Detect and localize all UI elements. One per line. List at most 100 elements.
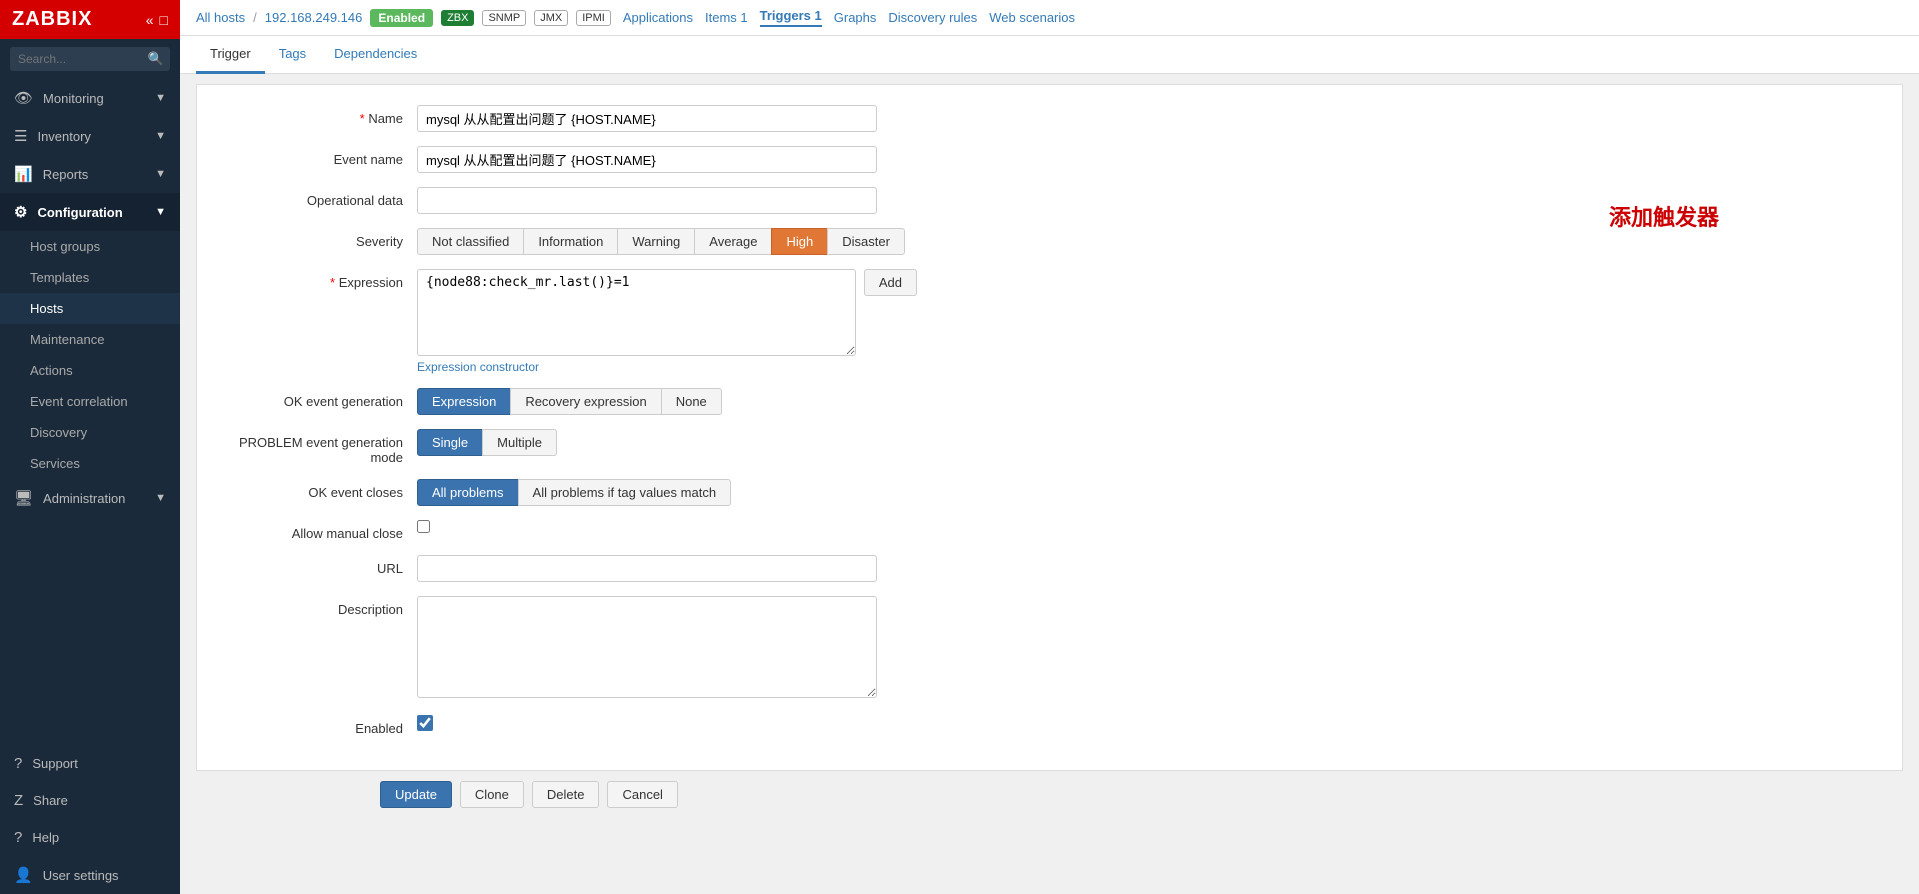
ok-event-expression[interactable]: Expression — [417, 388, 510, 415]
sidebar-item-reports[interactable]: 📊 Reports ▼ — [0, 155, 180, 193]
topbar-nav-items[interactable]: Items 1 — [705, 10, 748, 25]
sidebar-item-user-settings[interactable]: 👤 User settings — [0, 856, 180, 894]
discovery-label: Discovery — [30, 425, 87, 440]
topbar-nav-links: Applications Items 1 Triggers 1 Graphs D… — [623, 8, 1075, 27]
severity-information[interactable]: Information — [523, 228, 617, 255]
annotation-text: 添加触发器 — [1609, 200, 1719, 232]
event-name-row: Event name — [217, 146, 1882, 173]
topbar-nav-web-scenarios[interactable]: Web scenarios — [989, 10, 1075, 25]
configuration-icon: ⚙ — [14, 203, 27, 221]
sidebar-item-inventory-label: Inventory — [37, 129, 90, 144]
user-settings-label: User settings — [43, 868, 119, 883]
inventory-icon: ☰ — [14, 127, 27, 145]
expression-textarea[interactable]: {node88:check_mr.last()}=1 — [417, 269, 856, 356]
problem-mode-multiple[interactable]: Multiple — [482, 429, 557, 456]
add-expression-button[interactable]: Add — [864, 269, 917, 296]
trigger-form: Name Event name Operational data — [196, 84, 1903, 771]
sidebar-item-share[interactable]: Z Share — [0, 782, 180, 819]
breadcrumb-sep-1: / — [253, 10, 257, 25]
topbar-nav-graphs[interactable]: Graphs — [834, 10, 877, 25]
sidebar-item-event-correlation[interactable]: Event correlation — [0, 386, 180, 417]
clone-button[interactable]: Clone — [460, 781, 524, 808]
maintenance-label: Maintenance — [30, 332, 104, 347]
severity-average[interactable]: Average — [694, 228, 771, 255]
sidebar-item-inventory[interactable]: ☰ Inventory ▼ — [0, 117, 180, 155]
cancel-button[interactable]: Cancel — [607, 781, 677, 808]
sidebar-item-host-groups[interactable]: Host groups — [0, 231, 180, 262]
sidebar-item-help[interactable]: ? Help — [0, 819, 180, 856]
severity-disaster[interactable]: Disaster — [827, 228, 905, 255]
host-groups-label: Host groups — [30, 239, 100, 254]
description-textarea[interactable] — [417, 596, 877, 698]
url-input[interactable] — [417, 555, 877, 582]
topbar-nav-triggers[interactable]: Triggers 1 — [760, 8, 822, 27]
sidebar-item-templates[interactable]: Templates — [0, 262, 180, 293]
expression-row: Expression {node88:check_mr.last()}=1 Ad… — [217, 269, 1882, 374]
problem-mode-row: PROBLEM event generation mode Single Mul… — [217, 429, 1882, 465]
sidebar-item-monitoring[interactable]: 👁 Monitoring ▼ — [0, 79, 180, 117]
ok-closes-btn-group: All problems All problems if tag values … — [417, 479, 917, 506]
ok-closes-all-problems[interactable]: All problems — [417, 479, 518, 506]
sidebar-item-maintenance[interactable]: Maintenance — [0, 324, 180, 355]
enabled-row: Enabled — [217, 715, 1882, 736]
sidebar-item-services[interactable]: Services — [0, 448, 180, 479]
status-badge: Enabled — [370, 9, 433, 27]
sidebar: ZABBIX « □ 🔍 👁 Monitoring ▼ ☰ Inventory … — [0, 0, 180, 894]
enabled-checkbox[interactable] — [417, 715, 433, 731]
search-input[interactable] — [10, 47, 170, 71]
url-label: URL — [217, 555, 417, 576]
proto-zbx: ZBX — [441, 10, 474, 26]
name-input[interactable] — [417, 105, 877, 132]
severity-high[interactable]: High — [771, 228, 827, 255]
sidebar-item-administration[interactable]: 🖥 Administration ▼ — [0, 479, 180, 517]
breadcrumb-all-hosts[interactable]: All hosts — [196, 10, 245, 25]
description-row: Description — [217, 596, 1882, 701]
operational-data-field — [417, 187, 917, 214]
sidebar-logo: ZABBIX « □ — [0, 0, 180, 39]
monitoring-arrow: ▼ — [155, 92, 166, 104]
tab-dependencies[interactable]: Dependencies — [320, 36, 431, 74]
ok-closes-row: OK event closes All problems All problem… — [217, 479, 1882, 506]
ok-closes-tag-values[interactable]: All problems if tag values match — [518, 479, 732, 506]
problem-mode-single[interactable]: Single — [417, 429, 482, 456]
event-name-input[interactable] — [417, 146, 877, 173]
sidebar-item-discovery[interactable]: Discovery — [0, 417, 180, 448]
sidebar-item-hosts[interactable]: Hosts — [0, 293, 180, 324]
severity-row: Severity Not classified Information Warn… — [217, 228, 1882, 255]
expression-field: {node88:check_mr.last()}=1 Add Expressio… — [417, 269, 917, 374]
problem-mode-label: PROBLEM event generation mode — [217, 429, 417, 465]
operational-data-input[interactable] — [417, 187, 877, 214]
enabled-field — [417, 715, 917, 731]
sidebar-item-configuration[interactable]: ⚙ Configuration ▼ — [0, 193, 180, 231]
severity-label: Severity — [217, 228, 417, 249]
tab-trigger[interactable]: Trigger — [196, 36, 265, 74]
reports-arrow: ▼ — [155, 168, 166, 180]
sidebar-item-actions[interactable]: Actions — [0, 355, 180, 386]
sidebar-search-area: 🔍 — [0, 39, 180, 79]
action-buttons: Update Clone Delete Cancel — [380, 781, 1919, 828]
topbar-nav-applications[interactable]: Applications — [623, 10, 693, 25]
ok-event-recovery[interactable]: Recovery expression — [510, 388, 660, 415]
ok-event-label: OK event generation — [217, 388, 417, 409]
update-button[interactable]: Update — [380, 781, 452, 808]
allow-manual-close-checkbox[interactable] — [417, 520, 430, 533]
expand-icon[interactable]: □ — [160, 12, 168, 28]
user-settings-icon: 👤 — [14, 866, 33, 884]
sidebar-item-support[interactable]: ? Support — [0, 745, 180, 782]
administration-icon: 🖥 — [14, 489, 33, 507]
severity-warning[interactable]: Warning — [617, 228, 694, 255]
expression-constructor-link[interactable]: Expression constructor — [417, 360, 539, 374]
configuration-arrow: ▼ — [155, 206, 166, 218]
url-field — [417, 555, 917, 582]
delete-button[interactable]: Delete — [532, 781, 600, 808]
sidebar-item-administration-label: Administration — [43, 491, 125, 506]
topbar-nav-discovery-rules[interactable]: Discovery rules — [888, 10, 977, 25]
name-field — [417, 105, 917, 132]
collapse-icon[interactable]: « — [146, 12, 154, 28]
tab-tags[interactable]: Tags — [265, 36, 320, 74]
ok-event-none[interactable]: None — [661, 388, 722, 415]
breadcrumb-host-ip[interactable]: 192.168.249.146 — [265, 10, 363, 25]
share-icon: Z — [14, 792, 23, 809]
share-label: Share — [33, 793, 68, 808]
severity-not-classified[interactable]: Not classified — [417, 228, 523, 255]
